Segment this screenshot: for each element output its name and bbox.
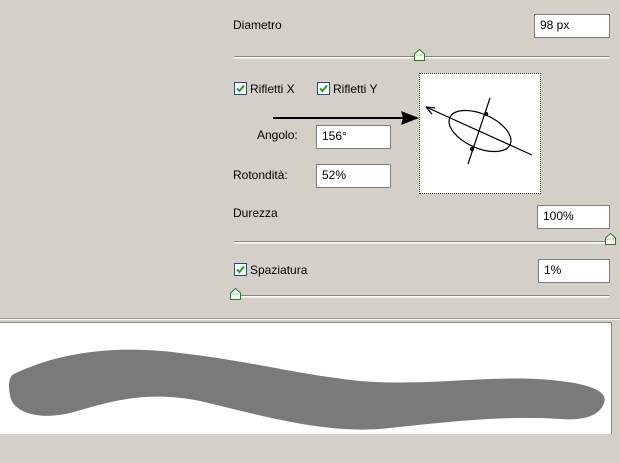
checkmark-icon: [236, 84, 245, 93]
annotation-arrow-icon: [273, 111, 419, 125]
flip-y-checkbox[interactable]: [317, 82, 330, 95]
hardness-label: Durezza: [233, 206, 278, 220]
spacing-checkbox[interactable]: [234, 263, 247, 276]
flip-x-checkbox[interactable]: [234, 82, 247, 95]
roundness-field[interactable]: 52%: [316, 164, 391, 188]
hardness-field[interactable]: 100%: [537, 205, 610, 229]
panel-separator: [0, 318, 620, 320]
flip-x-label: Rifletti X: [250, 82, 295, 96]
slider-thumb-icon[interactable]: [230, 288, 241, 300]
checkmark-icon: [236, 265, 245, 274]
diameter-field[interactable]: 98 px: [534, 14, 610, 38]
brush-stroke-icon: [8, 349, 605, 430]
brush-tip-preview[interactable]: [419, 73, 541, 194]
slider-thumb-icon[interactable]: [414, 49, 425, 61]
roundness-label: Rotondità:: [233, 168, 288, 182]
diameter-label: Diametro: [233, 18, 282, 32]
checkmark-icon: [319, 84, 328, 93]
slider-thumb-icon[interactable]: [605, 233, 616, 245]
hardness-slider-track[interactable]: [234, 241, 614, 244]
spacing-field[interactable]: 1%: [538, 259, 610, 283]
angle-label: Angolo:: [257, 128, 298, 142]
spacing-label: Spaziatura: [250, 263, 308, 277]
brush-tip-preview-icon: [425, 97, 533, 165]
spacing-slider-track[interactable]: [234, 295, 610, 298]
stroke-preview: [0, 322, 612, 434]
flip-y-label: Rifletti Y: [333, 82, 378, 96]
angle-field[interactable]: 156°: [316, 125, 391, 149]
